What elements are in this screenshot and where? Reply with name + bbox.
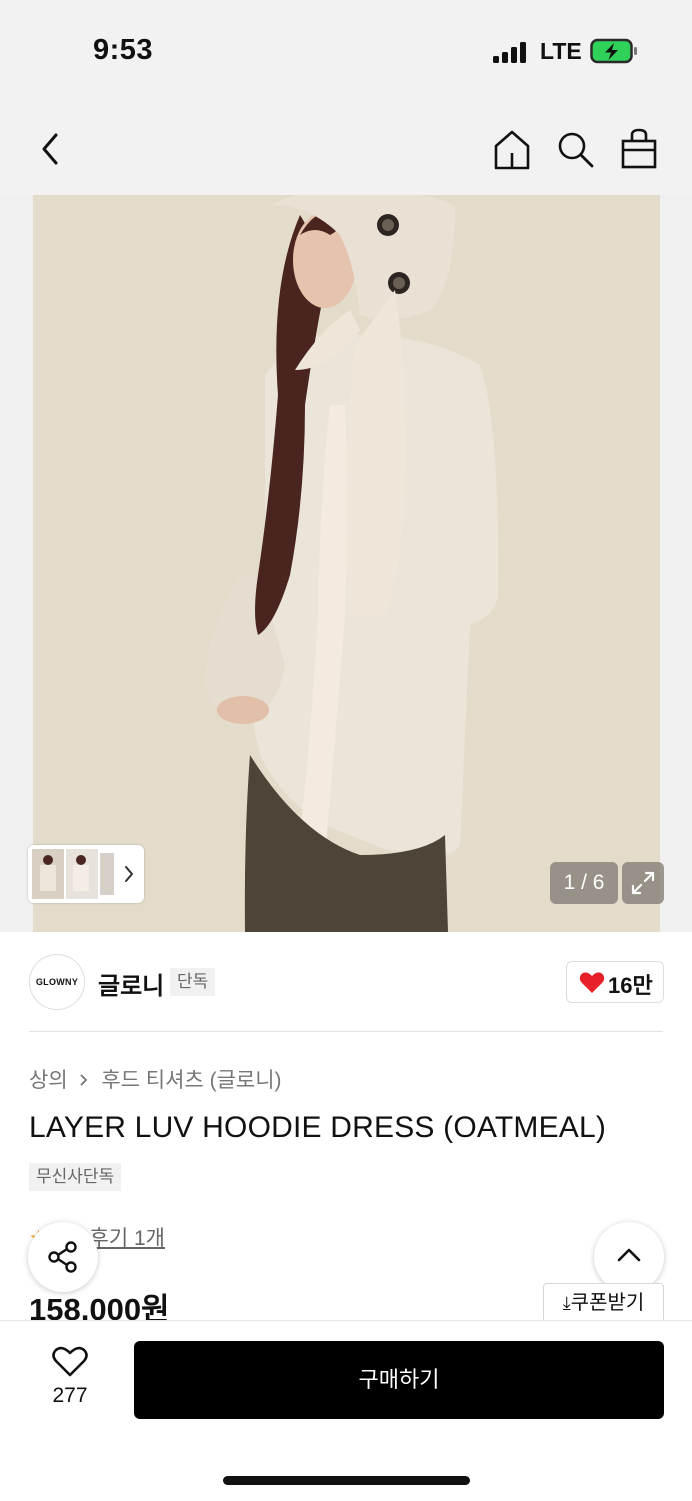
nav-bar	[0, 100, 692, 195]
status-time: 9:53	[93, 34, 154, 66]
thumbnail-1[interactable]	[32, 849, 64, 899]
page-indicator: 1 / 6	[550, 862, 618, 904]
brand-name[interactable]: 글로니	[98, 966, 164, 1001]
product-title: LAYER LUV HOODIE DRESS (OATMEAL)	[29, 1111, 607, 1144]
heart-outline-icon[interactable]	[52, 1346, 88, 1378]
status-bar: 9:53 LTE	[0, 0, 692, 100]
chevron-right-icon	[79, 1069, 89, 1093]
chevron-left-icon[interactable]	[36, 131, 66, 167]
expand-icon[interactable]	[622, 862, 664, 904]
breadcrumb-main[interactable]: 상의	[29, 1069, 68, 1092]
exclusive-tag: 무신사단독	[29, 1163, 122, 1191]
thumbnail-3[interactable]	[100, 853, 114, 895]
product-image-carousel[interactable]	[0, 195, 692, 932]
search-icon[interactable]	[556, 130, 596, 170]
battery-icon	[590, 38, 637, 64]
thumbnail-2[interactable]	[66, 849, 98, 899]
buy-button[interactable]: 구매하기	[134, 1341, 664, 1419]
chevron-up-icon	[617, 1248, 641, 1262]
thumbnail-strip[interactable]	[28, 845, 144, 903]
share-button[interactable]	[28, 1222, 98, 1292]
share-icon	[48, 1241, 77, 1273]
scroll-top-button[interactable]	[594, 1222, 664, 1292]
shopping-bag-icon[interactable]	[620, 128, 658, 170]
breadcrumb-sub[interactable]: 후드 티셔츠 (글로니)	[101, 1069, 281, 1092]
chevron-right-icon[interactable]	[122, 864, 136, 884]
heart-filled-icon	[579, 972, 605, 993]
coupon-button[interactable]: ⤓쿠폰받기	[543, 1283, 664, 1323]
brand-like-count: 16만	[608, 973, 653, 998]
breadcrumb: 상의 후드 티셔츠 (글로니)	[29, 1064, 282, 1094]
product-photo	[0, 195, 692, 932]
home-indicator	[223, 1476, 470, 1485]
brand-exclusive-badge: 단독	[170, 968, 216, 996]
brand-logo[interactable]: GLOWNY	[29, 954, 85, 1010]
coupon-label: 쿠폰받기	[570, 1292, 645, 1314]
wish-count: 277	[52, 1384, 88, 1407]
carrier-label: LTE	[540, 38, 582, 64]
signal-icon	[493, 41, 526, 63]
divider	[29, 1031, 663, 1032]
review-link[interactable]: 후기 1개	[90, 1227, 165, 1250]
download-icon: ⤓	[562, 1293, 571, 1313]
home-icon[interactable]	[492, 129, 532, 171]
